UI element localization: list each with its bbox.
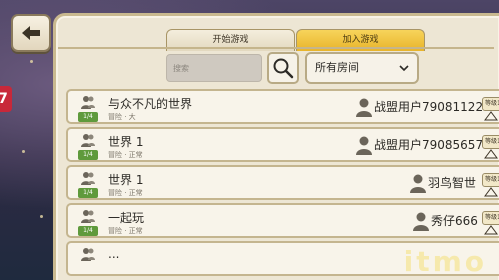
tab-divider <box>58 47 494 49</box>
room-row[interactable]: 1/4 世界 1 冒险 · 正常 战盟用户79085657 等级1 <box>66 127 499 162</box>
player-count-badge: 1/4 <box>78 112 98 122</box>
room-mode: 冒险 · 正常 <box>108 227 143 235</box>
room-name: 世界 1 <box>108 135 144 149</box>
room-row[interactable]: 1/4 一起玩 冒险 · 正常 秀仔666 等级1 <box>66 203 499 238</box>
room-name: 世界 1 <box>108 173 144 187</box>
room-filter-value: 所有房间 <box>315 61 359 74</box>
level-icon <box>484 111 498 121</box>
background-star <box>30 60 33 63</box>
players-icon <box>81 248 95 261</box>
room-name: 与众不凡的世界 <box>108 97 193 111</box>
level-tag: 等级1 <box>482 135 499 149</box>
site-watermark: itmo <box>403 245 487 278</box>
host-name: 羽鸟智世 <box>428 176 477 190</box>
players-icon <box>81 172 95 185</box>
arrow-left-icon <box>22 26 40 40</box>
level-tag: 等级1 <box>482 173 499 187</box>
room-mode: 冒险 · 正常 <box>108 151 143 159</box>
level-icon <box>484 187 498 197</box>
room-name: ... <box>108 247 120 261</box>
room-mode: 冒险 · 大 <box>108 113 136 121</box>
level-tag: 等级1 <box>482 97 499 111</box>
player-count-badge: 1/4 <box>78 226 98 236</box>
host-name: 秀仔666 <box>431 214 478 228</box>
host-avatar-icon <box>413 212 429 231</box>
host-avatar-icon <box>356 98 372 117</box>
player-count-badge: 1/4 <box>78 150 98 160</box>
host-avatar-icon <box>356 136 372 155</box>
room-name: 一起玩 <box>108 211 145 225</box>
search-button[interactable] <box>267 52 299 84</box>
background-star <box>40 215 43 218</box>
level-tag: 等级1 <box>482 211 499 225</box>
background-star <box>22 150 25 153</box>
players-icon <box>81 210 95 223</box>
player-count-badge: 1/4 <box>78 188 98 198</box>
players-icon <box>81 96 95 109</box>
chevron-down-icon <box>399 65 409 72</box>
host-name: 战盟用户79081122 <box>374 100 484 114</box>
magnifier-icon <box>273 58 294 79</box>
level-icon <box>484 225 498 235</box>
search-input[interactable]: 搜索 <box>166 54 262 82</box>
room-row[interactable]: 1/4 与众不凡的世界 冒险 · 大 战盟用户79081122 等级1 <box>66 89 499 124</box>
room-row[interactable]: 1/4 世界 1 冒险 · 正常 羽鸟智世 等级1 <box>66 165 499 200</box>
background-emblem: 7 <box>0 86 12 112</box>
host-avatar-icon <box>410 174 426 193</box>
host-name: 战盟用户79085657 <box>374 138 484 152</box>
room-filter-select[interactable]: 所有房间 <box>305 52 419 84</box>
room-mode: 冒险 · 正常 <box>108 189 143 197</box>
back-button[interactable] <box>11 14 51 52</box>
players-icon <box>81 134 95 147</box>
level-icon <box>484 149 498 159</box>
